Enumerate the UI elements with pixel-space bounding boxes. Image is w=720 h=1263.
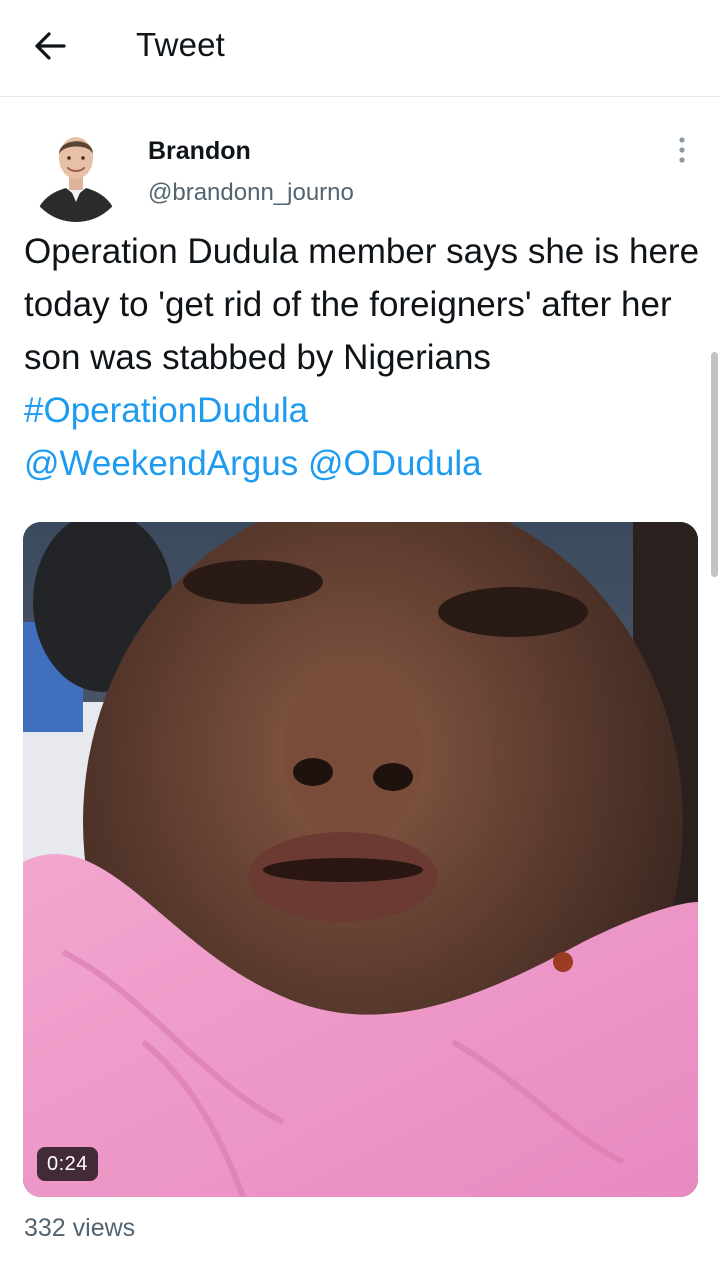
video-player[interactable]: 0:24 [23, 522, 698, 1197]
hashtag-link[interactable]: #OperationDudula [24, 391, 308, 430]
more-vertical-icon [679, 137, 685, 163]
scrollbar[interactable] [711, 352, 718, 577]
page-title: Tweet [136, 26, 226, 63]
author-handle[interactable]: @brandonn_journo [148, 179, 354, 207]
more-options-button[interactable] [664, 132, 700, 168]
mention-link-weekendargus[interactable]: @WeekendArgus [24, 444, 298, 483]
mention-link-odudula[interactable]: @ODudula [308, 444, 482, 483]
tweet-text-body: Operation Dudula member says she is here… [24, 232, 700, 377]
text-space [298, 444, 308, 483]
tweet-text: Operation Dudula member says she is here… [24, 225, 714, 490]
back-button[interactable] [22, 22, 78, 70]
avatar-image [26, 122, 126, 222]
avatar[interactable] [26, 122, 126, 222]
view-count: 332 views [24, 1214, 136, 1242]
video-thumbnail [23, 522, 698, 1197]
top-bar: Tweet [0, 0, 720, 97]
author-display-name[interactable]: Brandon [148, 137, 251, 166]
arrow-left-icon [35, 32, 66, 60]
tweet-author: Brandon @brandonn_journo [0, 110, 720, 222]
video-duration-badge: 0:24 [37, 1147, 98, 1181]
